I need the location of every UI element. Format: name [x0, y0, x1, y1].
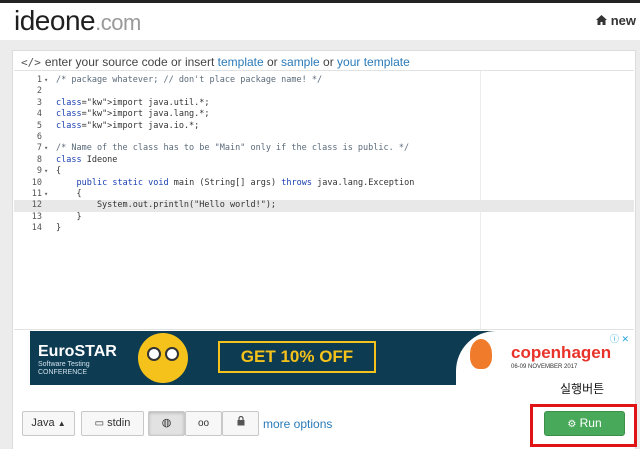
ad-brand-sub1: Software Testing: [38, 361, 90, 368]
stdin-label: stdin: [107, 417, 131, 429]
main-panel: </> enter your source code or insert temp…: [12, 50, 636, 449]
caret-up-icon: ▲: [57, 419, 66, 428]
line-number: 2: [36, 86, 42, 97]
ad-brand-logo: EuroSTAR Software Testing CONFERENCE: [38, 343, 117, 377]
hint-or-2: or: [319, 55, 338, 69]
code-icon: </>: [21, 56, 41, 69]
home-icon: [595, 13, 607, 28]
source-hint: </> enter your source code or insert temp…: [21, 55, 410, 69]
language-label: Java: [31, 417, 55, 429]
fold-toggle-icon[interactable]: ▾: [44, 166, 48, 177]
code-text: class="kw">import java.lang.*;: [56, 109, 210, 120]
line-number: 1: [36, 75, 42, 85]
run-button-annotation: 실행버튼: [560, 382, 605, 396]
logo-tld: .com: [95, 10, 141, 35]
private-visibility-button[interactable]: [222, 411, 259, 436]
line-number: 5: [36, 120, 42, 131]
adchoices-icon[interactable]: ⓘ ✕: [610, 332, 629, 345]
code-line[interactable]: 3 class="kw">import java.util.*;: [14, 98, 634, 109]
code-text: {: [56, 166, 62, 177]
code-text: {: [56, 189, 82, 199]
line-number: 8: [36, 154, 42, 165]
fold-toggle-icon[interactable]: ▾: [44, 189, 48, 200]
code-text: class="kw">import java.util.*;: [56, 97, 210, 108]
hint-or-1: or: [263, 55, 282, 69]
ad-dates: 06-09 NOVEMBER 2017: [511, 364, 578, 370]
unlisted-visibility-button[interactable]: oo: [185, 411, 222, 436]
code-line[interactable]: 10 public static void main (String[] arg…: [14, 178, 634, 189]
line-number: 9: [36, 166, 42, 177]
code-line[interactable]: 4 class="kw">import java.lang.*;: [14, 109, 634, 120]
code-line[interactable]: 9 ▾ {: [14, 166, 634, 177]
new-link[interactable]: new: [595, 13, 636, 28]
stdin-button[interactable]: ▭ stdin: [81, 411, 144, 436]
owl-icon: [138, 333, 188, 383]
sample-link[interactable]: sample: [281, 55, 320, 69]
code-text: class Ideone: [56, 154, 118, 165]
flame-icon: [470, 339, 492, 369]
inbox-icon: ▭: [94, 418, 105, 429]
line-number: 3: [36, 97, 42, 108]
code-text: }: [56, 211, 82, 222]
code-line[interactable]: 1 ▾ /* package whatever; // don't place pa…: [14, 75, 634, 86]
code-line[interactable]: 13 }: [14, 212, 634, 223]
glasses-icon: oo: [197, 418, 210, 429]
code-text: public static void main (String[] args) …: [76, 177, 415, 188]
line-number: 11: [31, 189, 42, 199]
fold-toggle-icon[interactable]: ▾: [44, 75, 48, 86]
ad-brand: EuroSTAR: [38, 343, 117, 360]
your-template-link[interactable]: your template: [337, 55, 410, 69]
code-text: class="kw">import java.io.*;: [56, 120, 200, 131]
code-line[interactable]: 7 ▾ /* Name of the class has to be "Main" …: [14, 143, 634, 154]
ad-city: copenhagen: [511, 343, 612, 362]
language-select-button[interactable]: Java ▲: [22, 411, 75, 436]
globe-icon: ◍: [161, 417, 172, 429]
line-number: 10: [31, 177, 42, 188]
line-number: 12: [31, 200, 42, 211]
new-label: new: [610, 13, 636, 28]
lock-icon: [237, 415, 245, 429]
code-text: /* package whatever; // don't place pack…: [56, 75, 323, 85]
template-link[interactable]: template: [218, 55, 264, 69]
code-line[interactable]: 8 class Ideone: [14, 155, 634, 166]
code-line[interactable]: 6: [14, 132, 634, 143]
line-number: 4: [36, 109, 42, 120]
run-label: Run: [579, 416, 602, 430]
code-editor[interactable]: 1 ▾/* package whatever; // don't place pa…: [14, 70, 634, 330]
ideone-logo[interactable]: ideone.com: [14, 5, 141, 37]
code-line[interactable]: 14}: [14, 223, 634, 234]
ad-offer: GET 10% OFF: [218, 341, 376, 373]
run-button[interactable]: ⚙ Run: [544, 411, 625, 436]
more-options-link[interactable]: more options: [263, 417, 332, 431]
ad-brand-sub2: CONFERENCE: [38, 369, 88, 376]
code-text: }: [56, 223, 62, 234]
line-number: 7: [36, 143, 42, 154]
line-number: 6: [36, 132, 42, 142]
advertisement-banner[interactable]: EuroSTAR Software Testing CONFERENCE GET…: [30, 331, 631, 385]
fold-toggle-icon[interactable]: ▾: [44, 143, 48, 154]
code-line[interactable]: 5 class="kw">import java.io.*;: [14, 121, 634, 132]
top-navbar: ideone.com new: [0, 0, 640, 40]
code-line[interactable]: 2: [14, 86, 634, 97]
code-text: System.out.println("Hello world!");: [56, 200, 277, 211]
hint-prefix: enter your source code or insert: [44, 55, 218, 69]
code-line[interactable]: 11 ▾ {: [14, 189, 634, 200]
logo-main: ideone: [14, 5, 96, 36]
code-text: /* Name of the class has to be "Main" on…: [56, 143, 410, 154]
public-visibility-button[interactable]: ◍: [148, 411, 185, 436]
line-number: 13: [31, 211, 42, 222]
gears-icon: ⚙: [567, 419, 577, 430]
code-line[interactable]: 12 System.out.println("Hello world!");: [14, 200, 634, 212]
line-number: 14: [31, 223, 42, 234]
ad-copenhagen-section: copenhagen 06-09 NOVEMBER 2017 ⓘ ✕: [456, 331, 631, 385]
